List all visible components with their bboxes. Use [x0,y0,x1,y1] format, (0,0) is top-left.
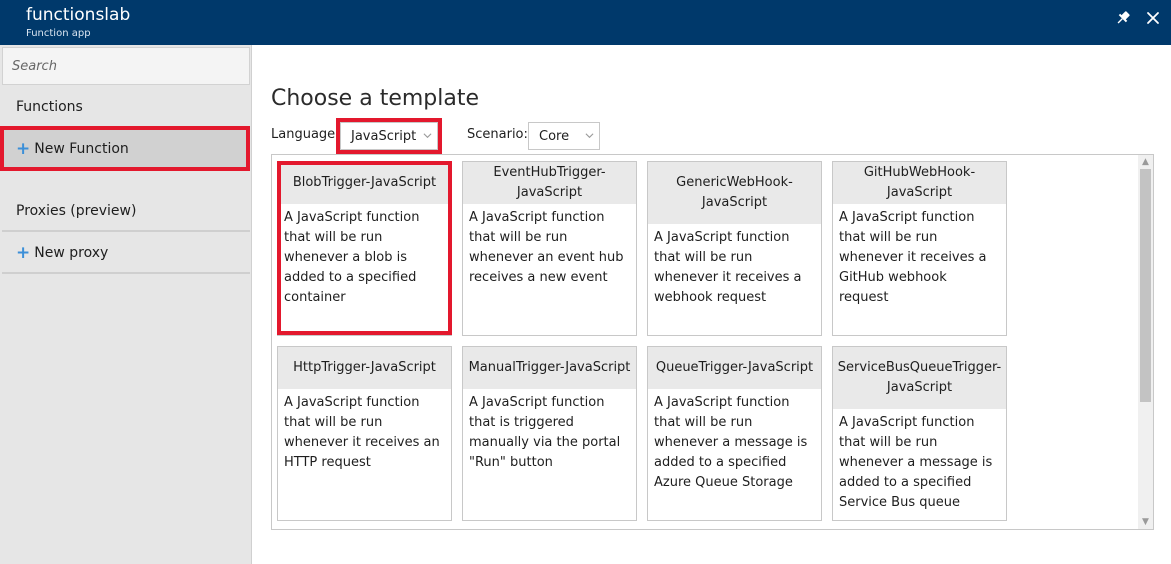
sidebar: Functions + New Function Proxies (previe… [0,45,252,564]
language-label: Language: [271,127,340,142]
scroll-thumb[interactable] [1140,169,1151,402]
template-card[interactable]: ManualTrigger-JavaScript A JavaScript fu… [462,346,637,521]
plus-icon: + [16,242,31,263]
app-subtitle: Function app [26,28,91,39]
scenario-dropdown[interactable]: Core [528,122,600,150]
sidebar-item-label: Proxies (preview) [16,203,137,219]
template-card[interactable]: GenericWebHook-JavaScript A JavaScript f… [647,161,822,336]
page-title: Choose a template [271,86,480,111]
search-input[interactable] [3,48,249,84]
top-bar: functionslab Function app [0,0,1171,45]
template-card[interactable]: ServiceBusQueueTrigger-JavaScript A Java… [832,346,1007,521]
template-name: HttpTrigger-JavaScript [278,347,451,389]
template-name: QueueTrigger-JavaScript [648,347,821,389]
scenario-label: Scenario: [467,127,528,142]
scenario-value: Core [539,128,570,144]
sidebar-item-functions[interactable]: Functions [2,88,250,128]
template-card[interactable]: EventHubTrigger-JavaScript A JavaScript … [462,161,637,336]
chevron-down-icon [585,133,594,139]
sidebar-item-proxies[interactable]: Proxies (preview) [2,192,250,232]
template-description: A JavaScript function that will be run w… [654,230,802,305]
template-name: ManualTrigger-JavaScript [463,347,636,389]
template-description: A JavaScript function that is triggered … [469,395,621,470]
template-description: A JavaScript function that will be run w… [469,210,624,285]
sidebar-item-new-proxy[interactable]: + New proxy [2,234,250,274]
highlight-new-function [0,126,250,171]
template-name: GitHubWebHook-JavaScript [833,162,1006,204]
template-card[interactable]: HttpTrigger-JavaScript A JavaScript func… [277,346,452,521]
template-name: EventHubTrigger-JavaScript [463,162,636,204]
template-description: A JavaScript function that will be run w… [839,210,987,305]
app-title: functionslab [26,5,131,25]
close-icon[interactable] [1143,8,1163,28]
pin-icon[interactable] [1113,8,1133,28]
template-scrollbar[interactable]: ▲ ▼ [1138,155,1153,529]
sidebar-item-label: Functions [16,99,83,115]
sidebar-item-label: New proxy [34,245,109,261]
highlight-blob-trigger [277,161,452,335]
template-card[interactable]: GitHubWebHook-JavaScript A JavaScript fu… [832,161,1007,336]
template-description: A JavaScript function that will be run w… [284,395,440,470]
template-description: A JavaScript function that will be run w… [654,395,808,490]
scroll-down-icon[interactable]: ▼ [1138,515,1153,529]
highlight-language [336,118,442,154]
scroll-up-icon[interactable]: ▲ [1138,155,1153,169]
search-box[interactable] [2,47,250,85]
template-name: ServiceBusQueueTrigger-JavaScript [833,347,1006,409]
template-description: A JavaScript function that will be run w… [839,415,993,510]
template-card[interactable]: QueueTrigger-JavaScript A JavaScript fun… [647,346,822,521]
template-name: GenericWebHook-JavaScript [648,162,821,224]
